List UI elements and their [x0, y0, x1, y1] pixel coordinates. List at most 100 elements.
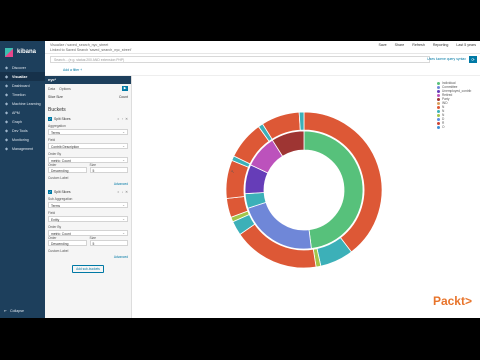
toggle-icon[interactable]: ◐	[117, 117, 119, 121]
query-syntax-hint[interactable]: Uses lucene query syntax	[427, 57, 466, 61]
order-by-select[interactable]: metric: Count	[48, 157, 128, 163]
wrench-icon: ◆	[4, 128, 9, 133]
donut-chart	[225, 111, 383, 269]
sidebar-item-label: APM	[12, 110, 20, 115]
search-input[interactable]: Search... (e.g. status:200 AND extension…	[50, 56, 430, 63]
size-input[interactable]: 5	[89, 167, 128, 173]
logo-text: kibana	[17, 49, 37, 55]
sidebar-item-label: Discover	[12, 65, 26, 70]
add-sub-buckets-button[interactable]: Add sub-buckets	[72, 265, 104, 273]
sidebar-item-dashboard[interactable]: ◆ Dashboard	[0, 81, 45, 90]
metric-row[interactable]: Slice Size Count	[48, 95, 128, 99]
legend-swatch	[437, 93, 440, 97]
sidebar-item-label: Monitoring	[12, 137, 29, 142]
order-by-label: Order By	[48, 152, 62, 156]
legend-swatch	[437, 89, 440, 93]
sidebar-item-graph[interactable]: ◆ Graph	[0, 117, 45, 126]
collapse-label: Collapse	[10, 309, 24, 313]
close-icon[interactable]: ✕	[125, 117, 128, 121]
top-actions: Save Share Refresh Reporting Last 5 years	[378, 43, 476, 47]
heartbeat-icon: ◆	[4, 137, 9, 142]
top-action-share[interactable]: Share	[395, 43, 405, 47]
legend-swatch	[437, 117, 440, 121]
legend-label: O	[442, 125, 445, 129]
chart-legend: Individual Committee Unemployed_contrib Ret…	[437, 81, 477, 129]
sidebar-item-label: Dev Tools	[12, 128, 28, 133]
sidebar-item-visualize[interactable]: ◆ Visualize	[0, 72, 45, 81]
sub-aggregation-select[interactable]: Terms	[48, 202, 128, 208]
sub-aggregation-label: Sub Aggregation	[48, 197, 73, 201]
bucket-2-header[interactable]: ✓ Split Slices ◐ ↓ ✕	[48, 190, 128, 194]
legend-swatch	[437, 105, 440, 109]
legend-swatch	[437, 85, 440, 89]
sidebar-item-dev-tools[interactable]: ◆ Dev Tools	[0, 126, 45, 135]
field-select-2[interactable]: Entity	[48, 216, 128, 222]
legend-swatch	[437, 101, 440, 105]
linked-search-text: Linked to Saved Search 'saved_search_nyc…	[50, 48, 132, 52]
legend-item[interactable]: O	[437, 125, 477, 129]
graph-icon: ◆	[4, 119, 9, 124]
metric-action: Count	[118, 95, 128, 99]
size-input-2[interactable]: 5	[89, 240, 128, 246]
legend-swatch	[437, 97, 440, 101]
legend-swatch	[437, 81, 440, 85]
top-action-refresh[interactable]: Refresh	[412, 43, 425, 47]
up-icon[interactable]: ↑	[121, 117, 123, 121]
sidebar-item-discover[interactable]: ◆ Discover	[0, 63, 45, 72]
field-label: Field	[48, 138, 56, 142]
field-label-2: Field	[48, 211, 56, 215]
sidebar-item-machine-learning[interactable]: ◆ Machine Learning	[0, 99, 45, 108]
collapse-button[interactable]: ⇤ Collapse	[4, 309, 24, 313]
aggregation-label: Aggregation	[48, 124, 66, 128]
enable-checkbox-1[interactable]: ✓	[48, 117, 52, 121]
legend-swatch	[437, 121, 440, 125]
bucket-1-header[interactable]: ✓ Split Slices ◐ ↑ ✕	[48, 117, 128, 121]
bucket-2-title: Split Slices	[54, 190, 71, 194]
field-select[interactable]: Contrib Description	[48, 143, 128, 149]
legend-swatch	[437, 113, 440, 117]
close-icon[interactable]: ✕	[125, 190, 128, 194]
refresh-search-button[interactable]: ⟳	[469, 56, 477, 63]
custom-label-label-2: Custom Label	[48, 249, 69, 253]
kibana-window: kibana ◆ Discover ◆ Visualize ◆ Dashboard ◆ Tim…	[0, 41, 480, 318]
toggle-icon[interactable]: ◐	[117, 190, 119, 194]
enable-checkbox-2[interactable]: ✓	[48, 190, 52, 194]
down-icon[interactable]: ↓	[121, 190, 123, 194]
advanced-toggle-1[interactable]: Advanced	[48, 182, 128, 186]
packt-mark: >	[464, 294, 472, 308]
kibana-logo-icon	[5, 47, 13, 57]
sidebar-item-label: Visualize	[12, 74, 28, 79]
timelion-icon: ◆	[4, 92, 9, 97]
order-by-select-2[interactable]: metric: Count	[48, 230, 128, 236]
kibana-logo[interactable]: kibana	[0, 41, 45, 63]
apm-icon: ◆	[4, 110, 9, 115]
sidebar: kibana ◆ Discover ◆ Visualize ◆ Dashboard ◆ Tim…	[0, 41, 45, 318]
packt-text: Packt	[432, 294, 465, 308]
advanced-toggle-2[interactable]: Advanced	[48, 255, 128, 259]
ml-icon: ◆	[4, 101, 9, 106]
order-select[interactable]: Descending	[48, 167, 87, 173]
gear-icon: ◆	[4, 146, 9, 151]
sidebar-item-monitoring[interactable]: ◆ Monitoring	[0, 135, 45, 144]
outer-slice[interactable]	[298, 111, 305, 131]
top-action-reporting[interactable]: Reporting	[433, 43, 449, 47]
order-size-row-2: Order Descending Size 5	[48, 236, 128, 246]
top-action-save[interactable]: Save	[378, 43, 386, 47]
legend-swatch	[437, 125, 440, 129]
tab-options[interactable]: Options	[59, 87, 71, 91]
sidebar-item-timelion[interactable]: ◆ Timelion	[0, 90, 45, 99]
aggregation-select[interactable]: Terms	[48, 129, 128, 135]
sidebar-item-label: Machine Learning	[12, 101, 41, 106]
order-size-row: Order Descending Size 5	[48, 163, 128, 173]
bucket-2-tools: ◐ ↓ ✕	[117, 190, 128, 194]
legend-swatch	[437, 109, 440, 113]
sidebar-item-apm[interactable]: ◆ APM	[0, 108, 45, 117]
sidebar-item-management[interactable]: ◆ Management	[0, 144, 45, 153]
add-filter-link[interactable]: Add a filter +	[63, 68, 82, 72]
packt-watermark: Packt>	[433, 294, 472, 308]
apply-changes-button[interactable]: ▶	[122, 86, 128, 91]
top-action-last-5-years[interactable]: Last 5 years	[456, 43, 476, 47]
order-select-2[interactable]: Descending	[48, 240, 87, 246]
tab-data[interactable]: Data	[48, 87, 55, 91]
breadcrumb-text[interactable]: Visualize / saved_search_nyc_street	[50, 43, 108, 47]
